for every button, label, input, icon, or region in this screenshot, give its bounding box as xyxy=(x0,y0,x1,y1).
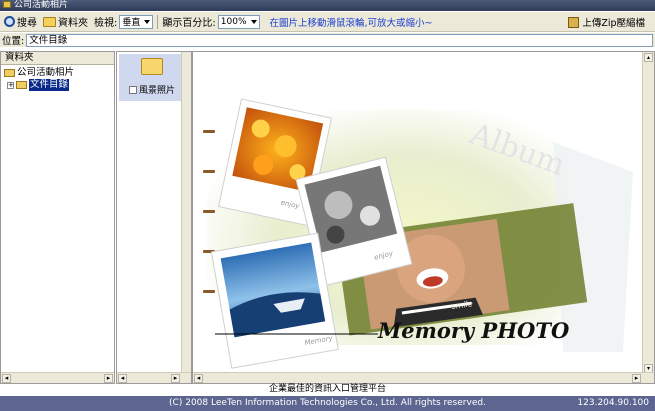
folder-icon xyxy=(43,16,56,27)
upload-zip-button[interactable]: 上傳Zip壓縮檔 xyxy=(568,15,645,29)
folder-open-icon xyxy=(4,69,15,77)
folder-panel-header: 資料夾 xyxy=(1,52,114,65)
folder-icon xyxy=(16,81,27,89)
album-checkbox[interactable] xyxy=(129,85,137,94)
scroll-right-icon[interactable]: ▸ xyxy=(632,374,641,383)
copyright-text: (C) 2008 LeeTen Information Technologies… xyxy=(169,398,486,408)
zoom-select-value: 100% xyxy=(220,16,247,27)
folders-button[interactable]: 資料夾 xyxy=(43,14,88,29)
horizontal-scrollbar[interactable]: ◂ ▸ xyxy=(193,372,654,383)
vertical-scrollbar[interactable]: ▴ ▾ xyxy=(642,52,654,374)
view-select[interactable]: 垂直 xyxy=(119,14,154,29)
album-label-row: 風景照片 xyxy=(129,83,175,96)
toolbar: 搜尋 資料夾 檢視: 垂直 顯示百分比: 100% 在圖片上移動滑鼠滾輪,可放大… xyxy=(0,12,655,32)
vertical-scrollbar[interactable] xyxy=(181,52,191,383)
photo-viewer: Album smile enjoy enjoy Memory Memory PH… xyxy=(192,51,655,384)
toolbar-divider xyxy=(157,14,159,29)
location-label: 位置: xyxy=(2,36,25,47)
footer-bar: (C) 2008 LeeTen Information Technologies… xyxy=(0,396,655,411)
location-bar: 位置: 文件目錄 xyxy=(0,33,655,47)
search-icon xyxy=(4,16,15,27)
tree-root[interactable]: 公司活動相片 xyxy=(4,67,114,79)
scroll-up-icon[interactable]: ▴ xyxy=(644,53,653,62)
location-field[interactable]: 文件目錄 xyxy=(26,33,653,47)
tree-item-label: 文件目錄 xyxy=(29,79,70,91)
horizontal-scrollbar[interactable]: ◂ ▸ xyxy=(1,372,114,383)
scroll-left-icon[interactable]: ◂ xyxy=(118,374,127,383)
chevron-down-icon xyxy=(250,19,257,24)
memory-photo-caption: Memory PHOTO xyxy=(377,318,570,343)
expand-icon[interactable]: + xyxy=(7,81,14,89)
tree-root-label: 公司活動相片 xyxy=(17,67,75,78)
folder-tree: 公司活動相片 + 文件目錄 xyxy=(1,65,114,91)
upload-icon xyxy=(568,16,580,28)
window-icon xyxy=(3,1,11,8)
zoom-select[interactable]: 100% xyxy=(217,14,260,29)
scroll-right-icon[interactable]: ▸ xyxy=(171,374,180,383)
folder-panel: 資料夾 公司活動相片 + 文件目錄 ◂ ▸ xyxy=(0,51,115,384)
folder-icon xyxy=(141,58,163,75)
tree-item-documents[interactable]: + 文件目錄 xyxy=(4,79,114,91)
search-button[interactable]: 搜尋 xyxy=(4,14,37,29)
zoom-label: 顯示百分比: xyxy=(162,18,216,29)
scroll-left-icon[interactable]: ◂ xyxy=(2,374,11,383)
horizontal-scrollbar[interactable]: ◂ ▸ xyxy=(117,372,191,383)
album-panel: 風景照片 ◂ ▸ xyxy=(116,51,192,384)
album-label: 風景照片 xyxy=(139,86,176,96)
folders-label: 資料夾 xyxy=(58,18,88,29)
ip-address: 123.204.90.100 xyxy=(577,398,649,408)
zoom-hint: 在圖片上移動滑鼠滾輪,可放大或縮小~ xyxy=(269,17,433,29)
view-label: 檢視: xyxy=(94,18,118,29)
scroll-right-icon[interactable]: ▸ xyxy=(104,374,113,383)
title-bar: 公司活動相片 xyxy=(0,0,655,11)
upload-label: 上傳Zip壓縮檔 xyxy=(582,18,645,29)
chevron-down-icon xyxy=(144,19,151,24)
footer-tagline: 企業最佳的資訊入口管理平台 xyxy=(0,384,655,395)
window-title: 公司活動相片 xyxy=(14,0,69,10)
scroll-left-icon[interactable]: ◂ xyxy=(194,374,203,383)
memory-photo-image[interactable]: Album smile enjoy enjoy Memory Memory PH… xyxy=(193,52,643,373)
view-select-value: 垂直 xyxy=(122,18,141,28)
search-label: 搜尋 xyxy=(17,18,37,29)
album-item[interactable]: 風景照片 xyxy=(119,54,183,101)
